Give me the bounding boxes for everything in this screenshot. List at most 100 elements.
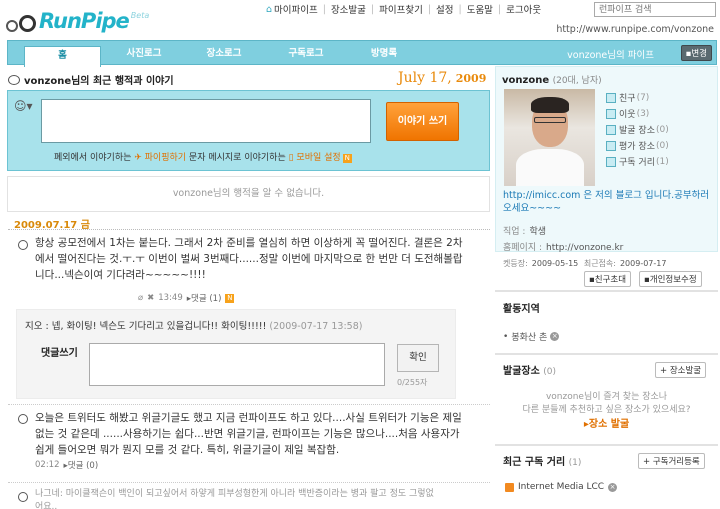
current-date: July 17, 2009 xyxy=(398,70,486,86)
smiley-icon xyxy=(18,240,28,250)
logo-text: RunPipe xyxy=(39,9,130,33)
remove-icon[interactable]: × xyxy=(550,332,560,341)
profile-link-discovered-places[interactable]: 발굴 장소 (0) xyxy=(606,123,669,136)
neighbors-icon xyxy=(606,108,616,119)
nav-my-pipe[interactable]: 마이파이프 xyxy=(274,2,318,16)
profile-demographics: (20대, 남자) xyxy=(552,76,602,86)
discover-place-link[interactable]: ▸장소 발굴 xyxy=(495,418,718,431)
edit-profile-button[interactable]: ▪개인정보수정 xyxy=(639,271,702,287)
nav-settings[interactable]: 설정 xyxy=(436,2,453,16)
smiley-icon xyxy=(18,414,28,424)
activity-area-item[interactable]: 봉화산 촌 xyxy=(511,330,547,343)
profile-homepage[interactable]: http://vonzone.kr xyxy=(546,243,623,253)
post-text: 나그네: 마이클잭슨이 백인이 되고싶어서 하얗게 피부성형한게 아니라 백반증… xyxy=(35,489,434,509)
reply-link[interactable]: ▸댓글 (1) xyxy=(187,292,222,304)
profile-sidebar: vonzone (20대, 남자) 친구 (7) 이웃 (3) 발굴 장소 (0) 평… xyxy=(495,66,718,509)
add-subscription-button[interactable]: + 구독거리등록 xyxy=(638,453,705,469)
tab-bar: 홈 사진로그 장소로그 구독로그 방명록 vonzone님의 파이프 ▪변경 xyxy=(7,40,717,67)
profile-name: vonzone (20대, 남자) xyxy=(502,73,602,86)
headline: vonzone님의 최근 행적과 이야기 xyxy=(8,72,174,87)
post-meta: ⌀ ✖ 13:49 ▸댓글 (1) N xyxy=(138,292,235,304)
comment-text: 넵, 화이팅! 넥슨도 기다리고 있을겁니다!! 화이팅!!!!! xyxy=(51,321,267,332)
nav-help[interactable]: 도움말 xyxy=(467,2,493,16)
mobile-settings-label[interactable]: 모바일 설정 xyxy=(296,153,340,163)
comment-char-count: 0/255자 xyxy=(397,378,428,387)
rating-icon xyxy=(606,140,616,151)
runpipe-logo[interactable]: RunPipe Beta xyxy=(6,4,149,32)
date-month-day: July 17, xyxy=(398,70,452,86)
section-divider xyxy=(495,444,718,446)
discover-place-button[interactable]: + 장소발굴 xyxy=(655,362,707,378)
friends-icon xyxy=(606,92,616,103)
pipe-url[interactable]: http://www.runpipe.com/vonzone xyxy=(556,24,714,35)
profile-photo[interactable] xyxy=(504,89,595,186)
tab-guestbook[interactable]: 방명록 xyxy=(348,41,420,66)
tab-subscription-log[interactable]: 구독로그 xyxy=(270,41,342,66)
write-box: ☺▾ 이야기 쓰기 폐외에서 이야기하는 ✈ 파이핑하기 문자 메시지로 이야기… xyxy=(7,90,490,171)
remove-icon[interactable]: × xyxy=(608,482,618,492)
profile-link-friends[interactable]: 친구 (7) xyxy=(606,91,649,104)
places-empty-line2: 다른 분들께 추천하고 싶은 장소가 있으세요? xyxy=(522,405,691,415)
places-empty-line1: vonzone님이 즐겨 찾는 장소나 xyxy=(545,392,668,402)
profile-link-subscriptions[interactable]: 구독 거리 (1) xyxy=(606,155,669,168)
comment-write-label: 댓글쓰기 xyxy=(41,348,78,359)
headline-text: vonzone님의 최근 행적과 이야기 xyxy=(24,76,174,87)
invite-friend-button[interactable]: ▪친구초대 xyxy=(584,271,632,287)
subscription-icon xyxy=(606,156,616,167)
place-icon xyxy=(606,124,616,135)
bullet-icon: • xyxy=(503,331,509,342)
section-divider xyxy=(495,290,718,292)
logo-small-ring xyxy=(6,20,18,32)
owner-pipe-title: vonzone님의 파이프 xyxy=(567,50,654,61)
post-text: 오늘은 트위터도 해봤고 위글기글도 했고 지금 런파이프도 하고 있다....… xyxy=(35,412,462,456)
profile-blog-intro[interactable]: http://imicc.com 은 저의 블로그 입니다.공부하러 오세요~~… xyxy=(503,189,713,215)
post-text: 항상 공모전에서 1차는 붙는다. 그래서 2차 준비를 열심히 하면 이상하게… xyxy=(35,237,463,281)
nav-find-pipe[interactable]: 파이프찾기 xyxy=(379,2,423,16)
story-textarea[interactable] xyxy=(41,99,371,143)
logo-large-ring xyxy=(19,15,36,32)
activity-area-title: 활동지역 xyxy=(503,304,540,315)
day-divider xyxy=(8,229,490,230)
emoticon-selector-icon[interactable]: ☺▾ xyxy=(14,99,36,113)
reply-link[interactable]: ▸댓글 (0) xyxy=(64,459,99,471)
piping-link[interactable]: ✈ 파이핑하기 xyxy=(134,153,186,163)
home-icon[interactable]: ⌂ xyxy=(266,4,272,15)
profile-job: 학생 xyxy=(529,227,547,237)
post-divider xyxy=(8,404,490,405)
change-button[interactable]: ▪변경 xyxy=(680,45,712,61)
nav-logout[interactable]: 로그아웃 xyxy=(506,2,541,16)
tab-home[interactable]: 홈 xyxy=(24,46,101,67)
search-input[interactable] xyxy=(594,2,716,17)
new-badge: N xyxy=(225,293,235,303)
profile-info: 직업 : 학생 홈페이지 : http://vonzone.kr 켓등장: 2009-… xyxy=(503,227,667,268)
hint-text-a: 폐외에서 이야기하는 xyxy=(54,153,135,163)
subscription-item[interactable]: Internet Media LCC xyxy=(518,482,604,492)
places-count: (0) xyxy=(543,367,557,377)
post-time: 02:12 xyxy=(35,460,60,470)
rss-icon xyxy=(505,482,514,492)
mobile-settings-link[interactable]: ▯ 모바일 설정 xyxy=(289,153,341,163)
tab-place-log[interactable]: 장소로그 xyxy=(188,41,260,66)
hint-text-c: 문자 메시지로 이야기하는 xyxy=(186,153,289,163)
top-nav: ⌂ 마이파이프 | 장소발굴 | 파이프찾기 | 설정 | 도움말 | 로그아웃 xyxy=(266,2,542,17)
subscriptions-title: 최근 구독 거리 xyxy=(503,457,566,468)
comment-submit-button[interactable]: 확인 xyxy=(397,344,439,372)
comment-input[interactable] xyxy=(89,343,385,386)
section-divider xyxy=(495,353,718,355)
profile-link-neighbors[interactable]: 이웃 (3) xyxy=(606,107,649,120)
comment-author[interactable]: 지오 : xyxy=(25,321,52,332)
link-icon[interactable]: ⌀ xyxy=(138,293,143,303)
profile-card: vonzone (20대, 남자) 친구 (7) 이웃 (3) 발굴 장소 (0) 평… xyxy=(495,66,718,268)
trash-icon[interactable]: ✖ xyxy=(147,293,154,303)
write-story-button[interactable]: 이야기 쓰기 xyxy=(386,102,459,141)
piping-link-label[interactable]: 파이핑하기 xyxy=(145,153,186,163)
profile-last-login: 2009-07-17 xyxy=(619,259,667,268)
comment-item: 지오 : 넵, 화이팅! 넥슨도 기다리고 있을겁니다!! 화이팅!!!!! (… xyxy=(25,318,362,332)
places-title: 발굴장소 xyxy=(503,366,540,377)
date-year: 2009 xyxy=(455,72,487,85)
profile-link-rated-places[interactable]: 평가 장소 (0) xyxy=(606,139,669,152)
nav-place-discover[interactable]: 장소발굴 xyxy=(331,2,366,16)
places-section: 발굴장소 (0) + 장소발굴 vonzone님이 즐겨 찾는 장소나 다른 분… xyxy=(495,362,718,430)
post-divider xyxy=(8,482,490,483)
tab-photo-log[interactable]: 사진로그 xyxy=(108,41,180,66)
